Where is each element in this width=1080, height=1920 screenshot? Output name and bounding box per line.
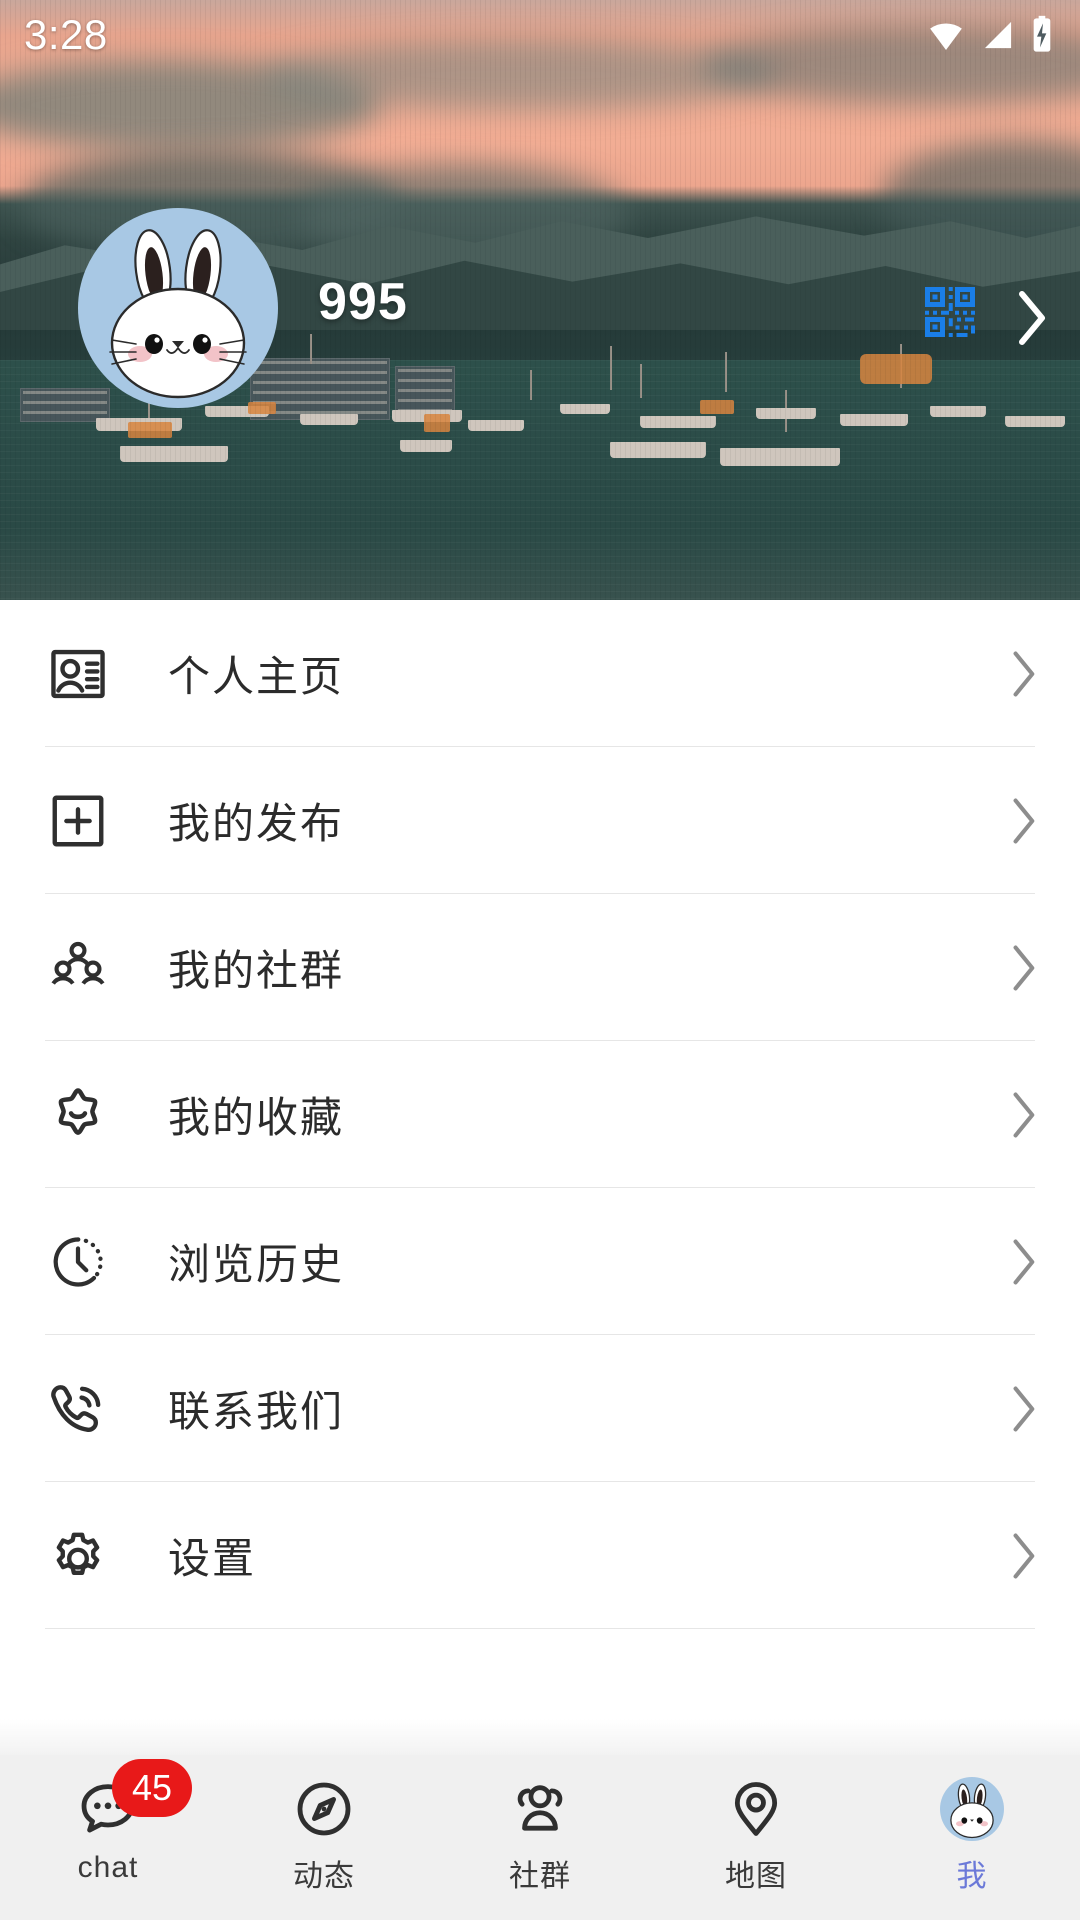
map-pin-icon	[722, 1775, 790, 1843]
people-group-icon	[506, 1775, 574, 1843]
menu-item-my-posts[interactable]: 我的发布	[0, 747, 1080, 894]
menu-item-label: 浏览历史	[168, 1241, 345, 1288]
nav-tab-map[interactable]: 地图	[648, 1755, 864, 1920]
nav-tab-label: 地图	[725, 1860, 787, 1893]
chevron-right-icon	[1008, 795, 1038, 847]
menu-item-label: 联系我们	[168, 1388, 345, 1435]
gear-icon	[45, 1523, 111, 1589]
rabbit-avatar-icon	[938, 1775, 1006, 1843]
chevron-right-icon	[1019, 291, 1045, 345]
star-smile-icon	[45, 1082, 111, 1148]
menu-item-label: 我的收藏	[168, 1094, 345, 1141]
battery-charging-icon	[1033, 15, 1051, 52]
nav-tab-label: 我	[956, 1860, 988, 1893]
menu-item-label: 我的社群	[168, 947, 345, 994]
content-fade	[0, 1719, 1080, 1755]
compass-icon	[290, 1775, 358, 1843]
profile-menu-list: 个人主页 我的发布 我的社群 我的收藏 浏览历史 联系我们 设置	[0, 600, 1080, 1629]
rabbit-avatar-icon	[109, 229, 247, 399]
menu-item-label: 我的发布	[168, 800, 345, 847]
bottom-navigation-bar: 45 chat 动态 社群 地图 我	[0, 1755, 1080, 1920]
qr-code-icon	[925, 287, 975, 337]
chevron-right-icon	[1008, 648, 1038, 700]
chevron-right-icon	[1008, 942, 1038, 994]
profile-detail-chevron[interactable]	[1016, 290, 1048, 351]
avatar[interactable]	[78, 208, 278, 408]
history-clock-icon	[45, 1229, 111, 1295]
menu-item-settings[interactable]: 设置	[0, 1482, 1080, 1629]
nav-tab-chat[interactable]: 45 chat	[0, 1755, 216, 1920]
chat-unread-badge: 45	[112, 1759, 192, 1817]
contact-card-icon	[45, 641, 111, 707]
menu-item-label: 个人主页	[168, 653, 345, 700]
qr-code-button[interactable]	[920, 282, 980, 342]
nav-tab-community[interactable]: 社群	[432, 1755, 648, 1920]
menu-item-label: 设置	[168, 1535, 257, 1582]
chat-bubble-icon: 45	[74, 1759, 192, 1843]
nav-tab-profile[interactable]: 我	[864, 1755, 1080, 1920]
nav-tab-label: 社群	[509, 1860, 571, 1893]
menu-item-browse-history[interactable]: 浏览历史	[0, 1188, 1080, 1335]
chevron-right-icon	[1008, 1236, 1038, 1288]
group-people-icon	[45, 935, 111, 1001]
phone-call-icon	[45, 1376, 111, 1442]
status-bar: 3:28	[0, 0, 1080, 70]
nav-tab-moments[interactable]: 动态	[216, 1755, 432, 1920]
wifi-icon	[930, 23, 962, 50]
row-divider	[45, 1628, 1035, 1629]
menu-item-personal-homepage[interactable]: 个人主页	[0, 600, 1080, 747]
nav-tab-label: chat	[77, 1851, 139, 1884]
chevron-right-icon	[1008, 1530, 1038, 1582]
plus-square-icon	[45, 788, 111, 854]
menu-item-my-favorites[interactable]: 我的收藏	[0, 1041, 1080, 1188]
menu-item-contact-us[interactable]: 联系我们	[0, 1335, 1080, 1482]
menu-item-my-community[interactable]: 我的社群	[0, 894, 1080, 1041]
chevron-right-icon	[1008, 1383, 1038, 1435]
status-icon-group	[926, 15, 1054, 55]
nav-tab-label: 动态	[293, 1860, 355, 1893]
status-time: 3:28	[24, 11, 108, 58]
cell-signal-icon	[984, 21, 1012, 49]
avatar	[940, 1777, 1004, 1841]
username[interactable]: 995	[318, 272, 408, 332]
chevron-right-icon	[1008, 1089, 1038, 1141]
